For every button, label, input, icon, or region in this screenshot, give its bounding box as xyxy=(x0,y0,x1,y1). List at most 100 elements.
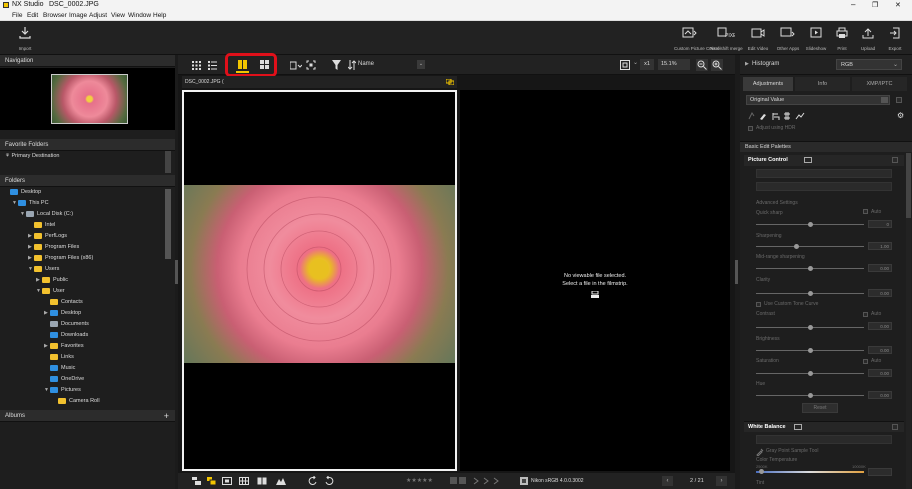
menu-file[interactable]: File xyxy=(12,12,22,19)
adjust-tools-icons[interactable] xyxy=(748,112,808,121)
picture-control-select[interactable] xyxy=(756,169,892,178)
contrast-slider[interactable] xyxy=(756,325,864,330)
white-balance-header[interactable]: White Balance xyxy=(744,421,904,432)
custom-tone-curve-checkbox[interactable] xyxy=(756,302,761,307)
quick-sharp-value[interactable]: 0 xyxy=(868,220,892,228)
edit-video-button[interactable]: Edit Video xyxy=(746,25,770,53)
fit-view-icon[interactable] xyxy=(620,60,630,70)
midrange-knob[interactable] xyxy=(808,266,813,271)
slideshow-button[interactable]: Slideshow xyxy=(804,25,828,53)
menu-window[interactable]: Window xyxy=(128,12,151,19)
zoom-percent-field[interactable]: 15.1% xyxy=(658,59,690,70)
picture-control-header[interactable]: Picture Control xyxy=(744,155,904,166)
sharpening-value[interactable]: 1.00 xyxy=(868,242,892,250)
picture-control-option-select[interactable] xyxy=(756,182,892,191)
settings-gear-icon[interactable]: ⚙ xyxy=(897,111,904,120)
folder-tree-item[interactable]: Downloads xyxy=(44,331,88,340)
white-balance-select[interactable] xyxy=(756,435,892,444)
saturation-knob[interactable] xyxy=(808,371,813,376)
quick-sharp-knob[interactable] xyxy=(808,222,813,227)
quick-sharp-auto-checkbox[interactable] xyxy=(863,209,868,214)
menu-edit[interactable]: Edit xyxy=(27,12,38,19)
grid-view-icon[interactable] xyxy=(192,61,201,70)
pixel-shift-merge-button[interactable]: PIXEL Pixel shift merge xyxy=(708,25,744,53)
maximize-button[interactable]: ❐ xyxy=(872,1,878,9)
zoom-in-icon[interactable] xyxy=(711,59,723,71)
histogram-header[interactable]: ▶ Histogram RGB ⌄ xyxy=(740,55,912,75)
folder-tree-item[interactable]: Contacts xyxy=(44,298,83,307)
contrast-knob[interactable] xyxy=(808,325,813,330)
menu-help[interactable]: Help xyxy=(153,12,166,19)
color-temp-value[interactable] xyxy=(868,468,892,476)
favorite-folders-header[interactable]: Favorite Folders xyxy=(0,139,175,151)
midrange-value[interactable]: 0.00 xyxy=(868,264,892,272)
viewer1-image-frame[interactable] xyxy=(182,90,457,471)
favorite-primary-destination[interactable]: ⚘ Primary Destination xyxy=(5,152,59,161)
close-button[interactable]: ✕ xyxy=(895,1,901,9)
brightness-value[interactable]: 0.00 xyxy=(868,346,892,354)
preset-checkbox[interactable] xyxy=(896,97,902,103)
filmstrip-toggle-icon[interactable] xyxy=(192,477,201,485)
next-image-button[interactable]: › xyxy=(716,476,727,486)
hue-value[interactable]: 0.00 xyxy=(868,391,892,399)
import-button[interactable]: Import xyxy=(12,25,38,53)
right-panel-collapse-handle[interactable] xyxy=(735,260,738,284)
export-button[interactable]: Export xyxy=(883,25,907,53)
adjustments-scrollbar-thumb[interactable] xyxy=(906,153,911,218)
midrange-sharpening-slider[interactable] xyxy=(756,266,864,271)
saturation-value[interactable]: 0.00 xyxy=(868,369,892,377)
two-image-compare-icon[interactable] xyxy=(238,60,247,69)
clarity-slider[interactable] xyxy=(756,291,864,296)
folder-tree-item[interactable]: ▶ Program Files (x86) xyxy=(28,254,93,263)
hue-knob[interactable] xyxy=(808,393,813,398)
tab-info[interactable]: Info xyxy=(795,77,850,91)
brightness-knob[interactable] xyxy=(808,348,813,353)
contrast-value[interactable]: 0.00 xyxy=(868,322,892,330)
four-image-compare-icon[interactable] xyxy=(260,60,269,69)
label-tags-icons[interactable] xyxy=(473,477,503,485)
navigation-preview[interactable] xyxy=(0,68,175,130)
reset-button[interactable]: Reset xyxy=(802,403,838,413)
eyedropper-icon[interactable] xyxy=(756,448,764,456)
other-apps-button[interactable]: Other Apps xyxy=(774,25,802,53)
folder-tree-item[interactable]: ▶ Program Files xyxy=(28,243,79,252)
albums-header[interactable]: Albums + xyxy=(0,410,175,422)
rotate-left-icon[interactable] xyxy=(308,476,318,486)
folder-tree-item[interactable]: ▶ Favorites xyxy=(44,342,84,351)
layout-dropdown-icon[interactable] xyxy=(290,61,302,70)
tab-xmp-iptc[interactable]: XMP/IPTC xyxy=(852,77,907,91)
sharpening-knob[interactable] xyxy=(794,244,799,249)
folder-tree-item[interactable]: ▼ Local Disk (C:) xyxy=(20,210,73,219)
histogram-channel-select[interactable]: RGB ⌄ xyxy=(836,59,902,70)
filter-icon[interactable] xyxy=(332,60,341,70)
adjustments-scrollbar-track[interactable] xyxy=(906,153,911,489)
fit-screen-icon[interactable] xyxy=(306,60,316,70)
brightness-slider[interactable] xyxy=(756,348,864,353)
menu-image[interactable]: Image xyxy=(69,12,87,19)
favorites-scrollbar[interactable] xyxy=(165,151,171,173)
label-color-box-1[interactable] xyxy=(450,477,457,484)
list-view-icon[interactable] xyxy=(208,61,217,70)
saturation-auto-checkbox[interactable] xyxy=(863,359,868,364)
star-rating[interactable]: ★★★★★ xyxy=(406,477,433,484)
viewer2-empty[interactable]: No viewable file selected. Select a file… xyxy=(460,90,730,471)
navigation-header[interactable]: Navigation xyxy=(0,55,175,67)
label-color-box-2[interactable] xyxy=(459,477,466,484)
folder-tree-item[interactable]: ▶ PerfLogs xyxy=(28,232,67,241)
folder-tree-item[interactable]: ▼ User xyxy=(36,287,65,296)
folder-tree-scrollbar[interactable] xyxy=(165,189,171,259)
folder-tree-item[interactable]: ▼ Users xyxy=(28,265,59,274)
hue-slider[interactable] xyxy=(756,393,864,398)
folder-tree-item[interactable]: Desktop xyxy=(4,188,41,197)
white-balance-checkbox[interactable] xyxy=(892,424,898,430)
folder-tree-item[interactable]: Intel xyxy=(28,221,55,230)
basic-edit-palettes-header[interactable]: Basic Edit Palettes xyxy=(740,141,912,152)
sync-icon[interactable] xyxy=(446,79,454,85)
folder-tree-item[interactable]: Links xyxy=(44,353,74,362)
sort-icon[interactable] xyxy=(348,60,356,70)
adjustment-preset-select[interactable]: Original Value xyxy=(746,95,890,105)
menu-adjust[interactable]: Adjust xyxy=(89,12,107,19)
prev-image-button[interactable]: ‹ xyxy=(662,476,673,486)
contrast-auto-checkbox[interactable] xyxy=(863,312,868,317)
menu-browser[interactable]: Browser xyxy=(43,12,67,19)
